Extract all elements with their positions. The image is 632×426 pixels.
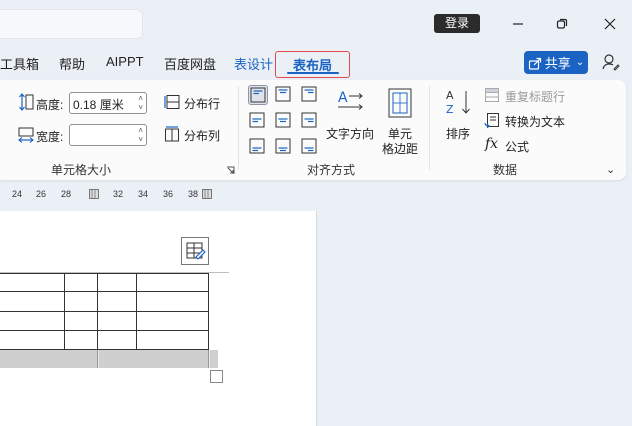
cell-margins-icon	[388, 88, 412, 118]
row-height-input[interactable]: 0.18 厘米 ˄ ˅	[69, 92, 147, 114]
repeat-header-rows-button[interactable]: 重复标题行	[484, 86, 574, 104]
tab-aippt[interactable]: AIPPT	[106, 54, 144, 69]
data-group-title: 数据	[493, 163, 518, 177]
repeat-header-icon	[485, 88, 499, 102]
svg-text:A: A	[446, 89, 454, 102]
horizontal-ruler: 24 26 28 32 34 36 38	[0, 184, 316, 204]
convert-to-text-label: 转换为文本	[505, 115, 566, 129]
col-width-input[interactable]: ˄ ˅	[69, 124, 147, 146]
distribute-rows-label: 分布行	[184, 97, 221, 111]
ruler-column-marker-icon[interactable]	[202, 189, 212, 199]
sort-button[interactable]: A Z 排序	[442, 85, 476, 145]
ruler-tick: 38	[188, 189, 199, 199]
align-middle-left-button[interactable]	[248, 111, 268, 131]
convert-to-text-button[interactable]: 转换为文本	[484, 111, 574, 129]
distribute-rows-icon	[164, 95, 180, 109]
document-table[interactable]	[0, 270, 232, 372]
search-input[interactable]	[0, 9, 143, 39]
tab-toolbox[interactable]: 工具箱	[0, 54, 39, 73]
width-label: 宽度:	[36, 130, 64, 144]
ribbon-panel: 高度: 0.18 厘米 ˄ ˅ 宽度: ˄ ˅ 分布行 分布列 单元格大小 A …	[0, 80, 626, 180]
share-label: 共享	[544, 56, 571, 71]
tab-help[interactable]: 帮助	[59, 54, 85, 73]
title-bar: 登录	[0, 0, 632, 48]
page-edge	[316, 211, 317, 426]
cell-margins-button[interactable]: 单元 格边距	[380, 85, 420, 156]
cell-margins-label-line2: 格边距	[382, 142, 419, 156]
convert-to-text-icon	[484, 113, 499, 128]
dialog-launcher-icon[interactable]	[226, 166, 235, 175]
distribute-cols-button[interactable]: 分布列	[164, 124, 226, 144]
align-middle-right-button[interactable]	[300, 111, 320, 131]
share-button[interactable]: 共享 ⌄	[524, 51, 588, 74]
formula-button[interactable]: fx 公式	[484, 136, 544, 154]
tab-baidu-netdisk[interactable]: 百度网盘	[164, 54, 216, 73]
align-top-right-button[interactable]	[300, 85, 320, 105]
ruler-tick: 24	[12, 189, 23, 199]
sort-label: 排序	[446, 127, 471, 141]
repeat-header-label: 重复标题行	[505, 90, 566, 104]
table-resize-handle[interactable]	[210, 370, 223, 383]
row-height-icon	[19, 93, 34, 111]
ruler-tick: 26	[36, 189, 47, 199]
sort-az-icon: A Z	[446, 89, 470, 116]
text-direction-label: 文字方向	[326, 127, 375, 141]
distribute-cols-label: 分布列	[184, 129, 221, 143]
restore-icon[interactable]	[550, 12, 574, 36]
text-direction-button[interactable]: A 文字方向	[326, 85, 376, 145]
tab-table-design[interactable]: 表设计	[234, 54, 273, 73]
group-separator	[238, 86, 239, 170]
login-button[interactable]: 登录	[434, 14, 480, 33]
close-icon[interactable]	[598, 12, 622, 36]
distribute-cols-icon	[165, 126, 179, 142]
formula-fx-icon: fx	[485, 136, 499, 152]
align-bottom-center-button[interactable]	[274, 137, 294, 157]
collapse-ribbon-chevron-icon[interactable]: ⌄	[606, 163, 615, 176]
share-icon	[528, 57, 541, 70]
text-direction-icon: A	[338, 90, 363, 110]
chevron-down-icon: ⌄	[575, 57, 585, 68]
ruler-tick: 34	[138, 189, 149, 199]
align-top-left-button[interactable]	[248, 85, 268, 105]
formula-label: 公式	[505, 140, 530, 154]
svg-text:A: A	[338, 90, 348, 106]
active-tab-underline	[287, 72, 339, 74]
distribute-rows-button[interactable]: 分布行	[164, 92, 226, 112]
svg-text:Z: Z	[446, 103, 454, 116]
ruler-tick: 36	[163, 189, 174, 199]
ruler-tick: 32	[113, 189, 124, 199]
align-top-center-button[interactable]	[274, 85, 294, 105]
cell-size-group-title: 单元格大小	[51, 163, 112, 177]
coauthor-icon[interactable]	[601, 52, 621, 72]
ruler-tick: 28	[61, 189, 72, 199]
row-height-value: 0.18 厘米	[73, 98, 124, 112]
align-bottom-right-button[interactable]	[300, 137, 320, 157]
group-separator	[429, 86, 430, 170]
selected-row[interactable]	[0, 350, 218, 368]
table-quick-layout-icon[interactable]	[181, 237, 209, 265]
alignment-group-title: 对齐方式	[307, 163, 356, 177]
width-spinner-icon[interactable]: ˄ ˅	[138, 126, 143, 144]
col-width-icon	[18, 127, 34, 143]
align-bottom-left-button[interactable]	[248, 137, 268, 157]
height-spinner-icon[interactable]: ˄ ˅	[138, 94, 143, 112]
ruler-column-marker-icon[interactable]	[89, 189, 99, 199]
align-middle-center-button[interactable]	[274, 111, 294, 131]
minimize-icon[interactable]	[506, 12, 530, 36]
height-label: 高度:	[36, 98, 64, 112]
